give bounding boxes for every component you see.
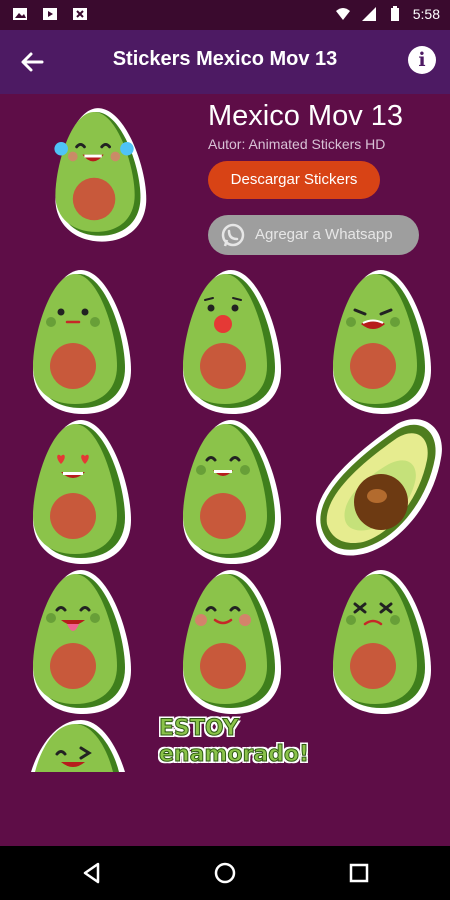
sticker-item[interactable] [317,266,437,416]
sticker-item[interactable]: ESTOY enamorado! [157,716,309,776]
home-circle-icon[interactable] [213,861,237,885]
download-stickers-button[interactable]: Descargar Stickers [208,161,380,199]
sticker-item[interactable] [167,266,287,416]
app-bar: Stickers Mexico Mov 13 i [0,30,450,94]
close-square-icon [73,8,87,20]
add-to-whatsapp-label: Agregar a Whatsapp [255,226,393,243]
sticker-tray-icon [54,108,147,242]
sticker-item[interactable] [317,566,437,716]
sticker-item[interactable] [17,566,137,716]
add-to-whatsapp-button[interactable]: Agregar a Whatsapp [208,215,419,255]
sticker-item[interactable] [17,716,137,772]
whatsapp-icon [221,223,245,247]
pack-title: Mexico Mov 13 [208,100,404,132]
signal-icon [361,7,376,21]
pack-author: Autor: Animated Stickers HD [208,136,386,152]
sticker-pack-details: Mexico Mov 13 Autor: Animated Stickers H… [0,94,450,846]
sticker-item[interactable] [305,416,447,566]
page-title: Stickers Mexico Mov 13 [112,48,338,70]
status-time: 5:58 [412,6,440,22]
sticker-item[interactable] [167,416,287,566]
info-icon[interactable]: i [408,46,436,74]
sticker-item[interactable] [17,416,137,566]
recents-square-icon[interactable] [347,861,371,885]
sticker-text-line1: ESTOY [159,716,240,742]
sticker-item[interactable] [17,266,137,416]
navigation-bar [0,846,450,900]
wifi-icon [335,8,350,20]
photo-icon [13,8,27,20]
sticker-text-line2: enamorado! [158,742,310,768]
back-triangle-icon[interactable] [80,861,104,885]
sticker-item[interactable] [167,566,287,716]
status-bar: 5:58 [0,0,450,30]
play-icon [43,8,57,20]
battery-icon [390,6,399,21]
